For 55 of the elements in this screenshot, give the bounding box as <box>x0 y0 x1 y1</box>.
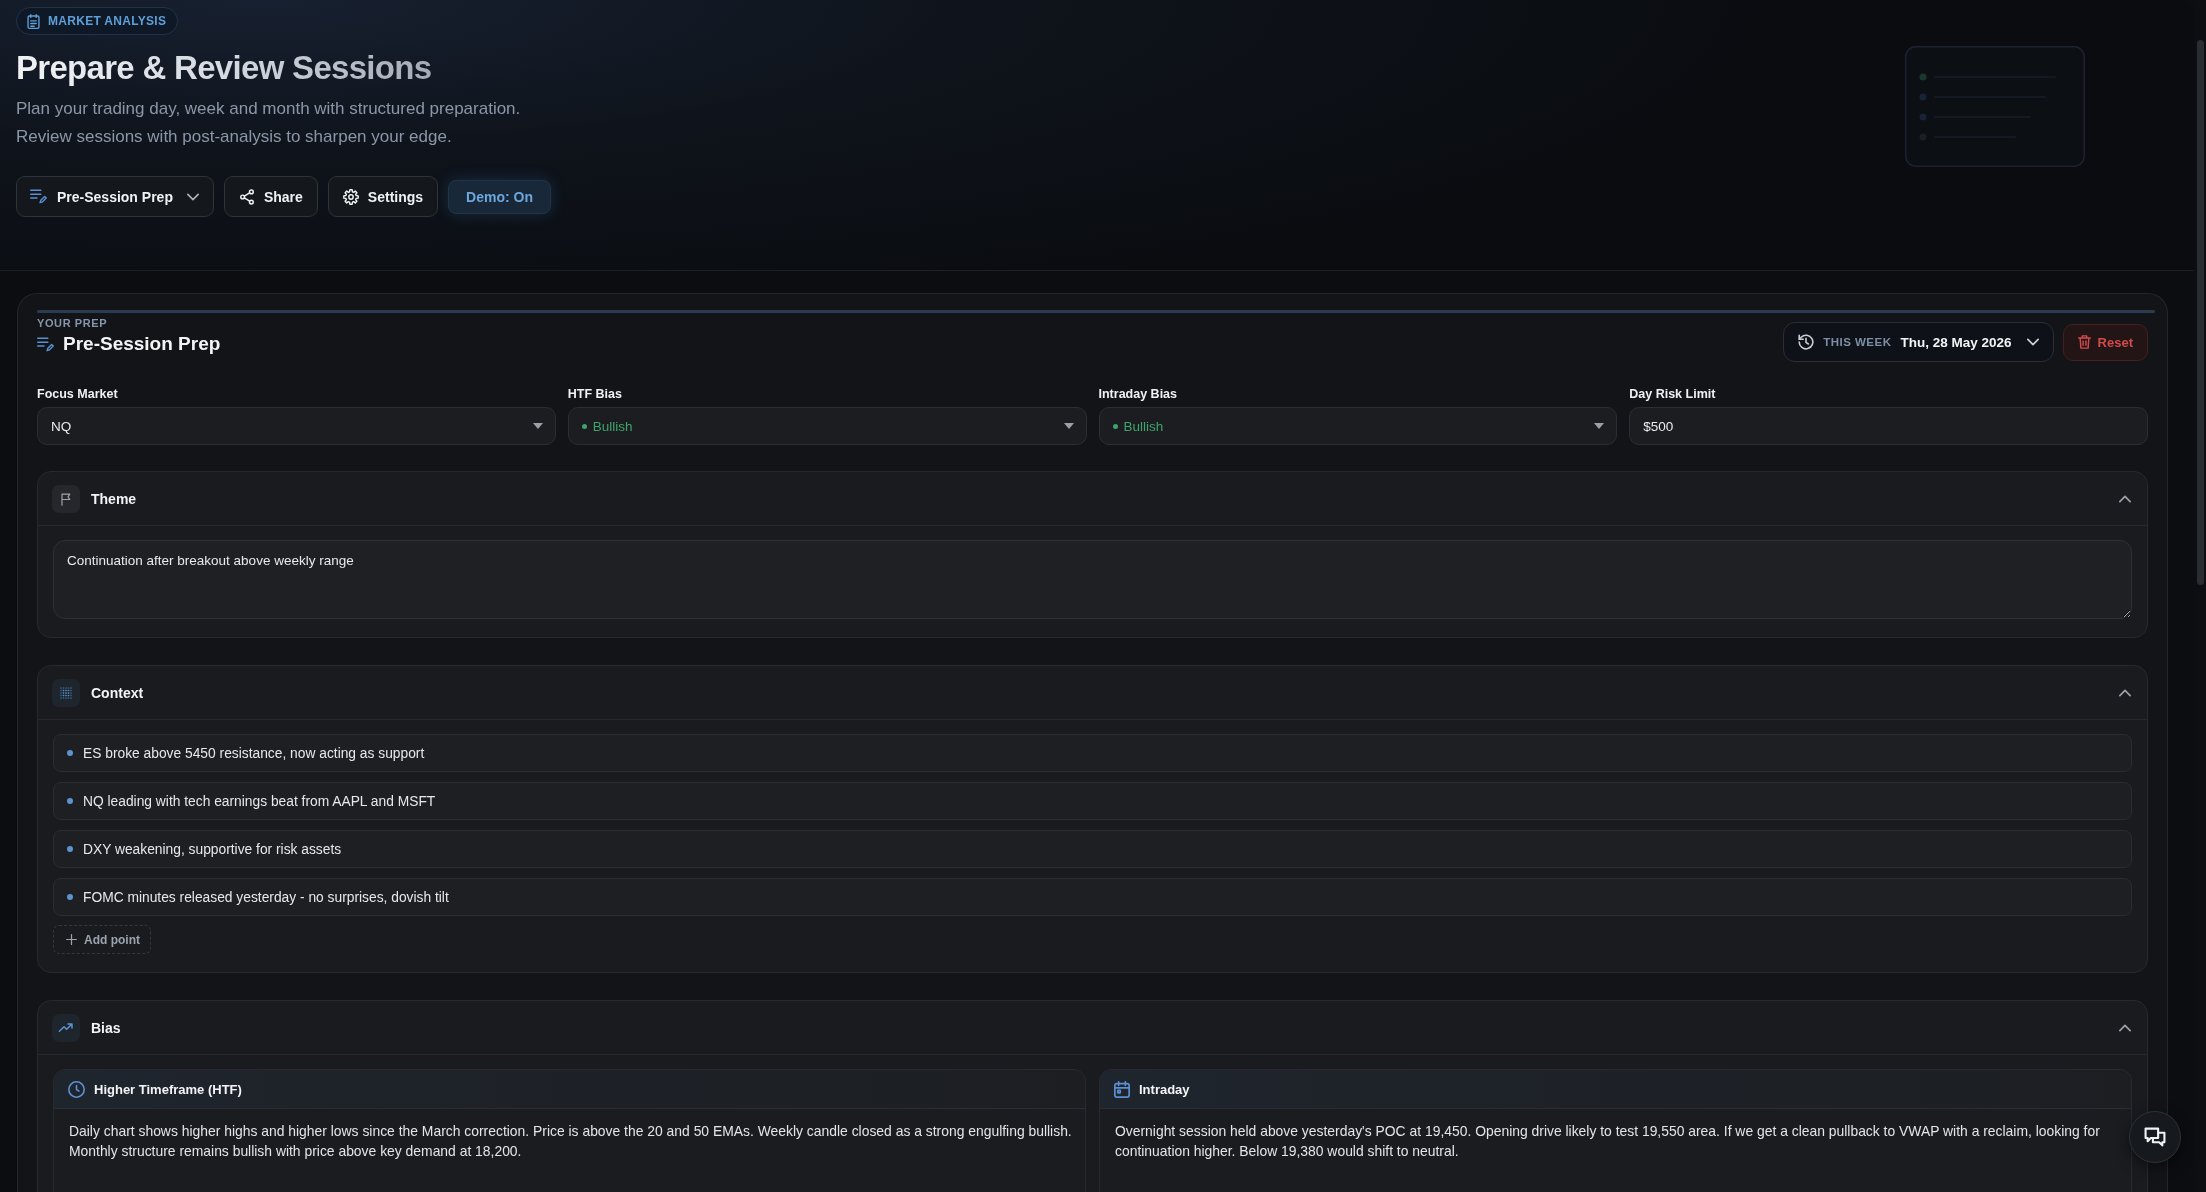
trend-up-icon <box>52 1013 80 1042</box>
share-button[interactable]: Share <box>223 176 318 217</box>
chevron-down-icon <box>2026 336 2039 348</box>
period-picker[interactable]: THIS WEEK Thu, 28 May 2026 <box>1783 322 2054 362</box>
item-text: ES broke above 5450 resistance, now acting as support <box>83 745 425 761</box>
field-label: Intraday Bias <box>1098 386 1177 402</box>
trash-icon <box>2077 335 2091 349</box>
calendar-icon <box>1114 1080 1130 1098</box>
notepad-icon <box>26 13 41 29</box>
field-label: Day Risk Limit <box>1629 386 1716 402</box>
settings-icon <box>342 188 359 205</box>
edit-list-icon <box>30 188 47 205</box>
item-text: DXY weakening, supportive for risk assets <box>83 841 342 857</box>
reset-button[interactable]: Reset <box>2062 323 2148 361</box>
input-field[interactable]: $500 <box>1629 407 2148 445</box>
field-label: HTF Bias <box>567 386 622 402</box>
section-title: Theme <box>91 490 137 507</box>
add-point-button[interactable]: Add point <box>53 925 151 954</box>
select-field[interactable]: Bullish <box>1098 407 1618 445</box>
panel-text: Daily chart shows higher highs and higher lows since the March correction. Price is above the 20 and 50 EMAs. Weekly candle closed as a strong engulfing bullish. Monthly structure remains bullish with price above key demand at 18,200. <box>68 1122 1073 1161</box>
chat-icon <box>2144 1126 2166 1148</box>
history-icon <box>1798 334 1815 350</box>
panel-text: Overnight session held above yesterday's POC at 19,450. Opening drive likely to test 19,550 area. If we get a clean pullback to VWAP with a reclaim, looking for continuation higher. Below 19,380 would shift to neutral. <box>1114 1122 2101 1161</box>
caret-icon <box>1063 423 1074 429</box>
section-title: Context <box>91 684 144 701</box>
select-field[interactable]: Bullish <box>567 407 1087 445</box>
section-eyebrow: YOUR PREP <box>37 316 109 330</box>
field-label: Focus Market <box>37 386 118 402</box>
flag-icon <box>52 484 80 513</box>
caret-icon <box>532 423 543 429</box>
prep-title: Pre-Session Prep <box>63 332 221 356</box>
edit-list-icon <box>37 335 54 353</box>
category-label: MARKET ANALYSIS <box>48 14 167 28</box>
share-icon <box>238 188 255 205</box>
panel-title: Intraday <box>1139 1081 1190 1097</box>
demo-toggle[interactable]: Demo: On <box>448 179 551 214</box>
subtitle-line: Review sessions with post-analysis to sharpen your edge. <box>16 126 453 148</box>
clock-icon <box>68 1080 85 1098</box>
view-menu-button[interactable]: Pre-Session Prep <box>16 176 214 217</box>
item-text: NQ leading with tech earnings beat from AAPL and MSFT <box>83 793 436 809</box>
theme-field[interactable]: Continuation after breakout above weekly range <box>53 540 2132 619</box>
plus-icon <box>66 934 77 945</box>
panel-title: Higher Timeframe (HTF) <box>94 1081 242 1097</box>
dot-grid-icon <box>52 678 80 707</box>
bullet-icon <box>67 750 73 756</box>
item-text: FOMC minutes released yesterday - no surprises, dovish tilt <box>83 889 449 905</box>
bullet-icon <box>67 894 73 900</box>
section-title: Bias <box>91 1019 121 1036</box>
settings-button[interactable]: Settings <box>327 176 439 217</box>
bullet-icon <box>67 846 73 852</box>
select-field[interactable]: NQ <box>37 407 556 445</box>
scrollbar-thumb[interactable] <box>2197 40 2204 585</box>
caret-icon <box>1594 423 1605 429</box>
bullet-icon <box>67 798 73 804</box>
subtitle-line: Plan your trading day, week and month with structured preparation. <box>16 98 521 120</box>
